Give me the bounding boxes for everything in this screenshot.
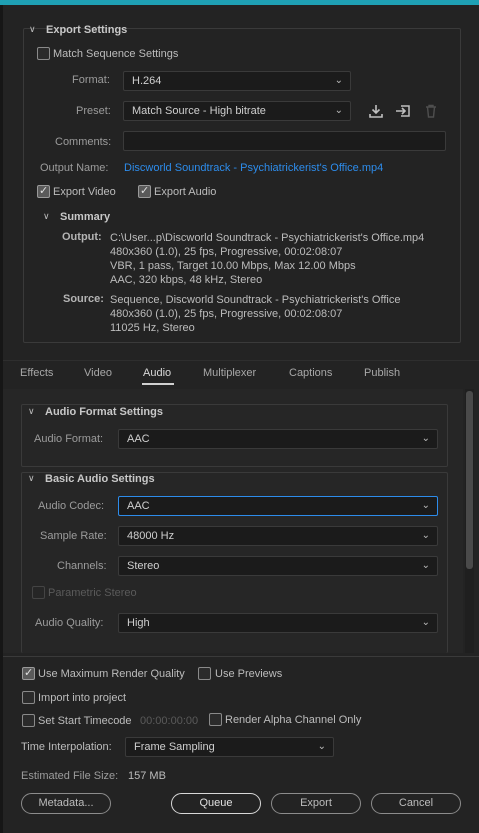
tab-publish[interactable]: Publish — [364, 367, 400, 379]
max-render-quality-label: Use Maximum Render Quality — [38, 668, 185, 680]
audio-codec-value: AAC — [127, 500, 150, 512]
audio-format-value: AAC — [127, 433, 150, 445]
match-sequence-label: Match Sequence Settings — [53, 48, 179, 60]
summary-source-label: Source: — [63, 293, 104, 305]
max-render-quality-checkbox[interactable] — [22, 666, 35, 680]
summary-source-details: Sequence, Discworld Soundtrack - Psychia… — [110, 293, 400, 335]
start-timecode-value: 00:00:00:00 — [140, 715, 199, 727]
tab-audio[interactable]: Audio — [143, 367, 171, 379]
summary-output-line: AAC, 320 kbps, 48 kHz, Stereo — [110, 274, 263, 286]
export-settings-header: Export Settings — [46, 24, 128, 36]
import-into-project-label: Import into project — [38, 692, 127, 704]
import-preset-icon[interactable] — [395, 103, 411, 119]
cancel-button[interactable]: Cancel — [371, 793, 461, 814]
time-interpolation-label: Time Interpolation: — [21, 741, 112, 753]
tab-effects[interactable]: Effects — [20, 367, 53, 379]
audio-quality-label: Audio Quality: — [35, 617, 104, 629]
export-audio-label: Export Audio — [154, 186, 217, 198]
chevron-down-icon: ⌄ — [317, 741, 326, 752]
summary-header: Summary — [60, 211, 111, 223]
comments-input[interactable] — [123, 131, 446, 151]
summary-output-line: C:\User...p\Discworld Soundtrack - Psych… — [110, 232, 425, 244]
render-alpha-checkbox[interactable] — [209, 713, 222, 726]
save-preset-icon[interactable] — [368, 103, 384, 119]
sample-rate-value: 48000 Hz — [127, 530, 175, 542]
format-select[interactable]: H.264 ⌄ — [123, 71, 351, 91]
audio-quality-select[interactable]: High ⌄ — [118, 613, 438, 633]
sample-rate-label: Sample Rate: — [40, 530, 107, 542]
preset-value: Match Source - High bitrate — [132, 105, 266, 117]
audio-format-select[interactable]: AAC ⌄ — [118, 429, 438, 449]
scrollbar-thumb[interactable] — [466, 391, 473, 569]
summary-output-label: Output: — [62, 231, 102, 243]
use-previews-checkbox[interactable] — [198, 667, 211, 680]
audio-codec-label: Audio Codec: — [38, 500, 105, 512]
summary-source-line: Sequence, Discworld Soundtrack - Psychia… — [110, 294, 401, 306]
import-into-project-checkbox[interactable] — [22, 691, 35, 704]
preset-label: Preset: — [76, 105, 111, 117]
chevron-down-icon[interactable]: ∨ — [43, 211, 50, 222]
chevron-down-icon[interactable]: ∨ — [29, 24, 36, 35]
chevron-down-icon: ⌄ — [421, 500, 430, 511]
channels-value: Stereo — [127, 560, 160, 572]
chevron-down-icon: ⌄ — [421, 530, 430, 541]
channels-label: Channels: — [57, 560, 107, 572]
output-name-link[interactable]: Discworld Soundtrack - Psychiatrickerist… — [124, 162, 383, 174]
chevron-down-icon[interactable]: ∨ — [28, 473, 35, 484]
active-tab-indicator — [142, 383, 174, 385]
format-value: H.264 — [132, 75, 162, 87]
delete-preset-icon — [423, 103, 439, 119]
audio-quality-value: High — [127, 617, 150, 629]
summary-source-line: 480x360 (1.0), 25 fps, Progressive, 00:0… — [110, 308, 343, 320]
render-alpha-label: Render Alpha Channel Only — [225, 714, 362, 726]
summary-output-line: 480x360 (1.0), 25 fps, Progressive, 00:0… — [110, 246, 343, 258]
summary-output-line: VBR, 1 pass, Target 10.00 Mbps, Max 12.0… — [110, 260, 356, 272]
time-interpolation-select[interactable]: Frame Sampling ⌄ — [125, 737, 334, 757]
export-video-checkbox[interactable] — [37, 184, 50, 198]
use-previews-label: Use Previews — [215, 668, 283, 680]
preset-select[interactable]: Match Source - High bitrate ⌄ — [123, 101, 351, 121]
summary-source-line: 11025 Hz, Stereo — [110, 322, 195, 334]
chevron-down-icon[interactable]: ∨ — [28, 406, 35, 417]
chevron-down-icon: ⌄ — [334, 105, 343, 116]
export-video-label: Export Video — [53, 186, 116, 198]
queue-button[interactable]: Queue — [171, 793, 261, 814]
summary-output-details: C:\User...p\Discworld Soundtrack - Psych… — [110, 231, 424, 287]
export-audio-checkbox[interactable] — [138, 184, 151, 198]
chevron-down-icon: ⌄ — [421, 433, 430, 444]
tab-video[interactable]: Video — [84, 367, 112, 379]
comments-label: Comments: — [55, 136, 112, 148]
estimated-file-size-label: Estimated File Size: — [21, 770, 119, 782]
chevron-down-icon: ⌄ — [334, 75, 343, 86]
metadata-button[interactable]: Metadata... — [21, 793, 111, 814]
chevron-down-icon: ⌄ — [421, 560, 430, 571]
parametric-stereo-checkbox — [32, 586, 45, 599]
output-name-label: Output Name: — [40, 162, 109, 174]
audio-format-header: Audio Format Settings — [45, 406, 163, 418]
sample-rate-select[interactable]: 48000 Hz ⌄ — [118, 526, 438, 546]
channels-select[interactable]: Stereo ⌄ — [118, 556, 438, 576]
audio-format-label: Audio Format: — [34, 433, 104, 445]
start-timecode-checkbox[interactable] — [22, 714, 35, 727]
tab-multiplexer[interactable]: Multiplexer — [203, 367, 256, 379]
chevron-down-icon: ⌄ — [421, 617, 430, 628]
format-label: Format: — [72, 74, 110, 86]
time-interpolation-value: Frame Sampling — [134, 741, 215, 753]
estimated-file-size-value: 157 MB — [128, 770, 166, 782]
basic-audio-header: Basic Audio Settings — [45, 473, 155, 485]
match-sequence-checkbox[interactable] — [37, 47, 50, 60]
tab-captions[interactable]: Captions — [289, 367, 332, 379]
start-timecode-label: Set Start Timecode — [38, 715, 132, 727]
export-button[interactable]: Export — [271, 793, 361, 814]
audio-codec-select[interactable]: AAC ⌄ — [118, 496, 438, 516]
parametric-stereo-label: Parametric Stereo — [48, 587, 137, 599]
